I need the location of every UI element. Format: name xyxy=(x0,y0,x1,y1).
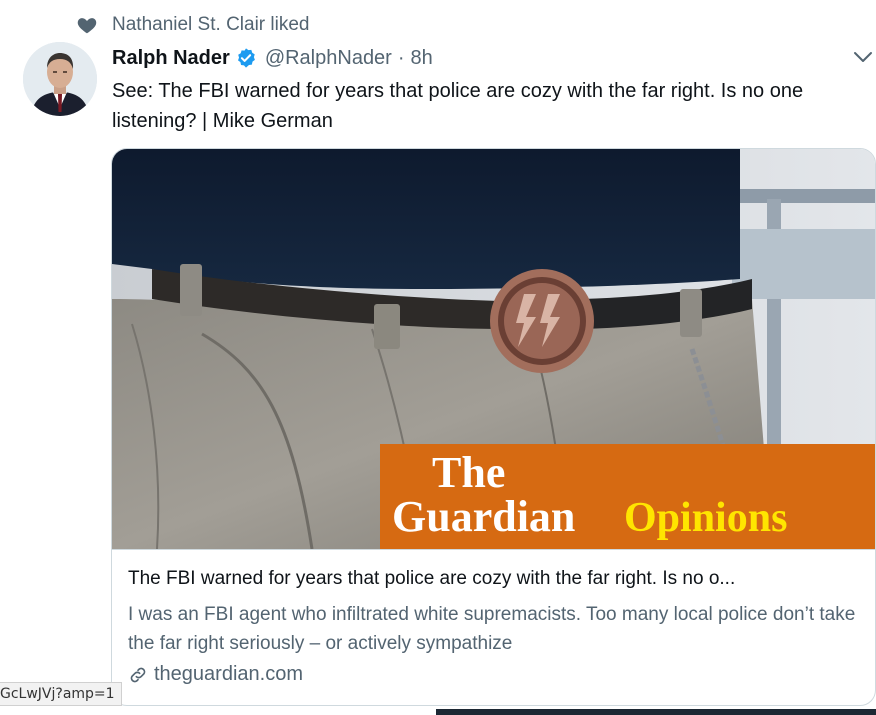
card-image[interactable]: The Guardian Opinions xyxy=(112,149,876,549)
author-name[interactable]: Ralph Nader xyxy=(112,47,230,70)
avatar[interactable] xyxy=(23,42,97,116)
tweet-timestamp[interactable]: 8h xyxy=(411,47,433,70)
tweet-header: Ralph Nader @RalphNader · 8h xyxy=(112,44,433,72)
guardian-logo-the: The xyxy=(432,448,505,497)
author-handle[interactable]: @RalphNader xyxy=(265,47,392,70)
card-title[interactable]: The FBI warned for years that police are… xyxy=(128,568,858,590)
bottom-divider xyxy=(436,709,876,715)
social-context-text[interactable]: Nathaniel St. Clair liked xyxy=(112,14,309,36)
chevron-down-icon[interactable] xyxy=(852,48,874,66)
avatar-image xyxy=(23,42,97,116)
heart-icon xyxy=(77,18,97,34)
header-separator: · xyxy=(397,46,405,69)
verified-badge-icon xyxy=(237,48,255,68)
tweet[interactable]: Nathaniel St. Clair liked Ralph Nader @R… xyxy=(0,0,876,715)
status-bar-url: GcLwJVj?amp=1 xyxy=(0,682,122,706)
card-domain[interactable]: theguardian.com xyxy=(128,663,303,686)
guardian-logo-guardian: Guardian xyxy=(392,492,575,541)
tweet-text: See: The FBI warned for years that polic… xyxy=(112,80,804,132)
card-body[interactable]: The FBI warned for years that police are… xyxy=(112,549,875,705)
card-domain-text: theguardian.com xyxy=(154,663,303,685)
link-card[interactable]: The Guardian Opinions The FBI warned for… xyxy=(111,148,876,706)
link-icon xyxy=(130,667,146,682)
guardian-logo-opinions: Opinions xyxy=(624,495,787,541)
card-description: I was an FBI agent who infiltrated white… xyxy=(128,604,856,654)
